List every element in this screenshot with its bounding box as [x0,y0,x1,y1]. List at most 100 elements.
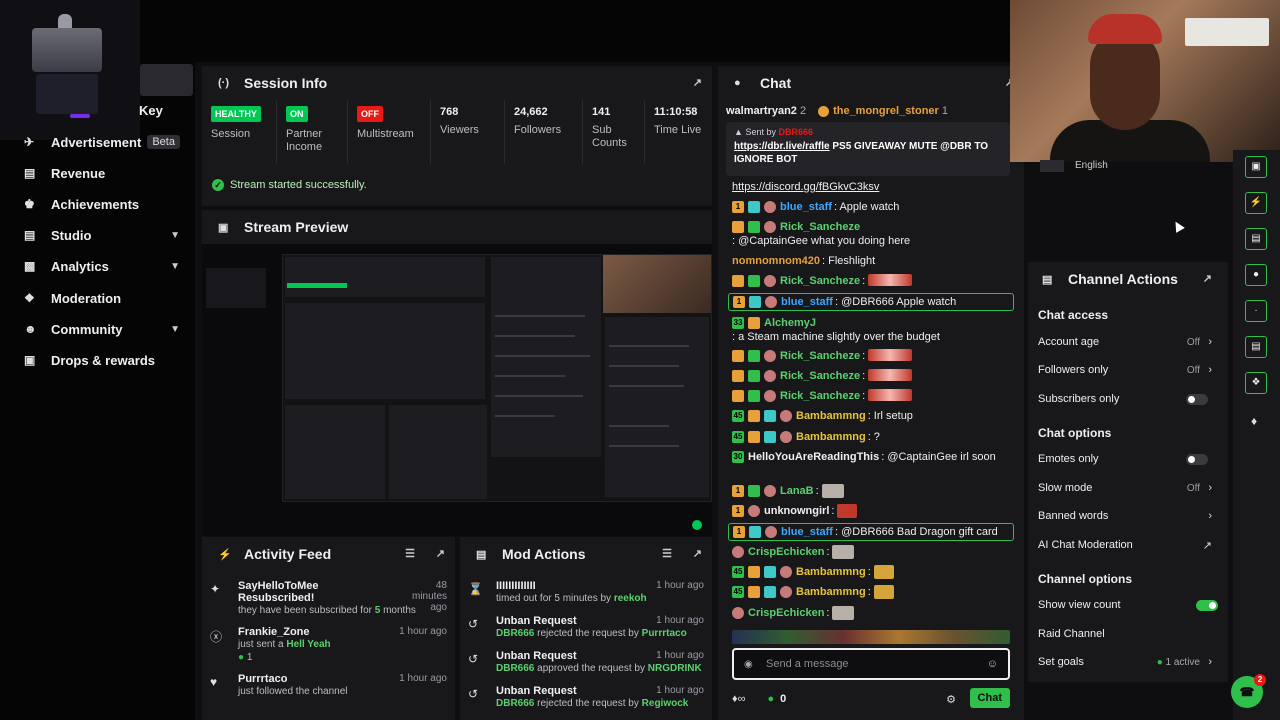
subscribers-only-toggle[interactable] [1186,393,1208,405]
chat-message: 33 AlchemyJ: a Steam machine slightly ov… [732,316,940,343]
ai-moderation-setting[interactable]: AI Chat Moderation ↗ [1038,539,1218,552]
stat-sub-counts: 141 Sub Counts [583,100,645,164]
chat-username[interactable]: nomnomnom420 [732,254,820,268]
send-chat-button[interactable]: Chat [969,688,1010,708]
wrench-icon[interactable]: ❖ [1245,372,1267,394]
lightning-icon[interactable]: ⚡ [1245,192,1267,214]
chat-username[interactable]: blue_staff [781,525,833,539]
chat-username[interactable]: HelloYouAreReadingThis [748,450,879,464]
chevron-down-icon: ▼ [170,229,180,241]
sidebar-item-moderation[interactable]: ❖ Moderation [24,287,186,309]
section-chat-options: Chat options [1038,426,1112,440]
show-view-count-toggle[interactable] [1196,599,1218,611]
chat-username[interactable]: Bambammng [796,409,866,423]
preview-block [389,405,487,499]
crown-badge [732,350,744,362]
popout-icon[interactable]: ↗ [693,76,702,89]
chat-username[interactable]: LanaB [780,484,814,498]
top-chatter[interactable]: the_mongrel_stoner [833,105,939,117]
chevron-right-icon: › [1208,336,1212,348]
chat-username[interactable]: CrispEchicken [748,606,824,620]
activity-item: ♥ Purrrtaco just followed the channel 1 … [210,673,447,697]
stream-preview-video[interactable] [202,244,712,536]
sidebar-item-drops[interactable]: ▣ Drops & rewards [24,349,186,371]
language-tag[interactable]: English [1075,160,1108,171]
subscribers-only-setting: Subscribers only [1038,393,1218,405]
banned-words-setting[interactable]: Banned words › [1038,510,1218,522]
section-channel-options: Channel options [1038,572,1132,586]
layout-icon[interactable]: ▤ [1245,336,1267,358]
chat-username[interactable]: CrispEchicken [748,545,824,559]
sidebar-item-analytics[interactable]: ▩ Analytics ▼ [24,255,186,277]
chevron-right-icon: › [1208,656,1212,668]
gear-icon[interactable]: ⚙ [946,693,956,706]
top-chatter[interactable]: walmartryan2 [726,105,797,117]
account-age-setting[interactable]: Account age Off › [1038,336,1218,348]
sidebar-item-community[interactable]: ☻ Community ▼ [24,318,186,340]
undo-icon: ↺ [468,617,479,631]
emote [873,565,894,579]
camera-icon[interactable]: ▣ [1245,156,1267,178]
chat-username[interactable]: Rick_Sancheze [780,220,860,234]
kick-logo-icon[interactable]: ♦ [1251,414,1257,428]
sub-badge: 1 [733,526,745,538]
chat-username[interactable]: Bambammng [796,585,866,599]
chat-bubble-icon[interactable]: ● [1245,264,1267,286]
chat-input[interactable]: ◉ Send a message ☺ [732,648,1010,680]
broadcast-icon[interactable]: · [1245,300,1267,322]
filter-icon[interactable]: ☰ [662,547,672,560]
followers-only-setting[interactable]: Followers only Off › [1038,364,1218,376]
chat-username[interactable]: Rick_Sancheze [780,369,860,383]
sidebar-item-key[interactable]: Key [139,103,163,118]
avatar [780,431,792,443]
chat-link[interactable]: https://discord.gg/fBGkvC3ksv [732,180,879,194]
slow-mode-setting[interactable]: Slow mode Off › [1038,482,1218,494]
pinned-message[interactable]: ▲ Sent by DBR666 https://dbr.live/raffle… [726,122,1010,176]
sidebar-item-revenue[interactable]: ▤ Revenue [24,162,186,184]
bits-icon[interactable]: ♦∞ [732,693,745,705]
undo-icon: ↺ [468,652,479,666]
raid-channel-action[interactable]: Raid Channel [1038,628,1218,640]
chat-username[interactable]: AlchemyJ [764,316,816,330]
undo-icon: ↺ [468,687,479,701]
sidebar-item-selected[interactable] [140,64,193,96]
sidebar-item-studio[interactable]: ▤ Studio ▼ [24,224,186,246]
popout-icon[interactable]: ↗ [436,547,445,560]
popout-icon[interactable]: ↗ [693,547,702,560]
preview-block [285,405,385,499]
emotes-only-toggle[interactable] [1186,453,1208,465]
emote-picker-icon[interactable]: ☺ [987,658,998,670]
sub-badge: 1 [732,485,744,497]
stat-session: HEALTHY Session [202,100,277,164]
chat-settings-icon[interactable]: ◉ [744,659,758,670]
avatar [780,566,792,578]
chat-username[interactable]: unknowngirl [764,504,829,518]
chat-username[interactable]: Rick_Sancheze [780,389,860,403]
chevron-right-icon: › [1208,510,1212,522]
sub-badge: 1 [732,505,744,517]
pinned-link[interactable]: https://dbr.live/raffle [734,141,830,152]
lightning-icon: ⚡ [218,548,232,561]
document-icon[interactable]: ▤ [1245,228,1267,250]
chat-message: 1 blue_staff: Apple watch [732,200,1010,214]
popout-icon[interactable]: ↗ [1203,272,1212,285]
chat-username[interactable]: Rick_Sancheze [780,274,860,288]
chat-username[interactable]: blue_staff [781,295,833,309]
set-goals-action[interactable]: Set goals ● 1 active › [1038,656,1218,668]
sub-badge: 45 [732,566,744,578]
help-button[interactable]: ☎ 2 [1231,674,1266,708]
badge [749,526,761,538]
avatar [748,505,760,517]
sidebar-item-achievements[interactable]: ♚ Achievements [24,193,186,215]
notification-count: 2 [1254,674,1266,686]
chat-username[interactable]: Rick_Sancheze [780,349,860,363]
chevron-right-icon: › [1208,364,1212,376]
chat-username[interactable]: Bambammng [796,565,866,579]
filter-icon[interactable]: ☰ [405,547,415,560]
sidebar-item-advertisement[interactable]: ✈ Advertisement Beta [24,131,186,153]
chat-username[interactable]: Bambammng [796,430,866,444]
crown-badge [732,370,744,382]
panel-title: Stream Preview [244,219,349,235]
chart-icon: ▩ [24,259,36,273]
chat-username[interactable]: blue_staff [780,200,832,214]
